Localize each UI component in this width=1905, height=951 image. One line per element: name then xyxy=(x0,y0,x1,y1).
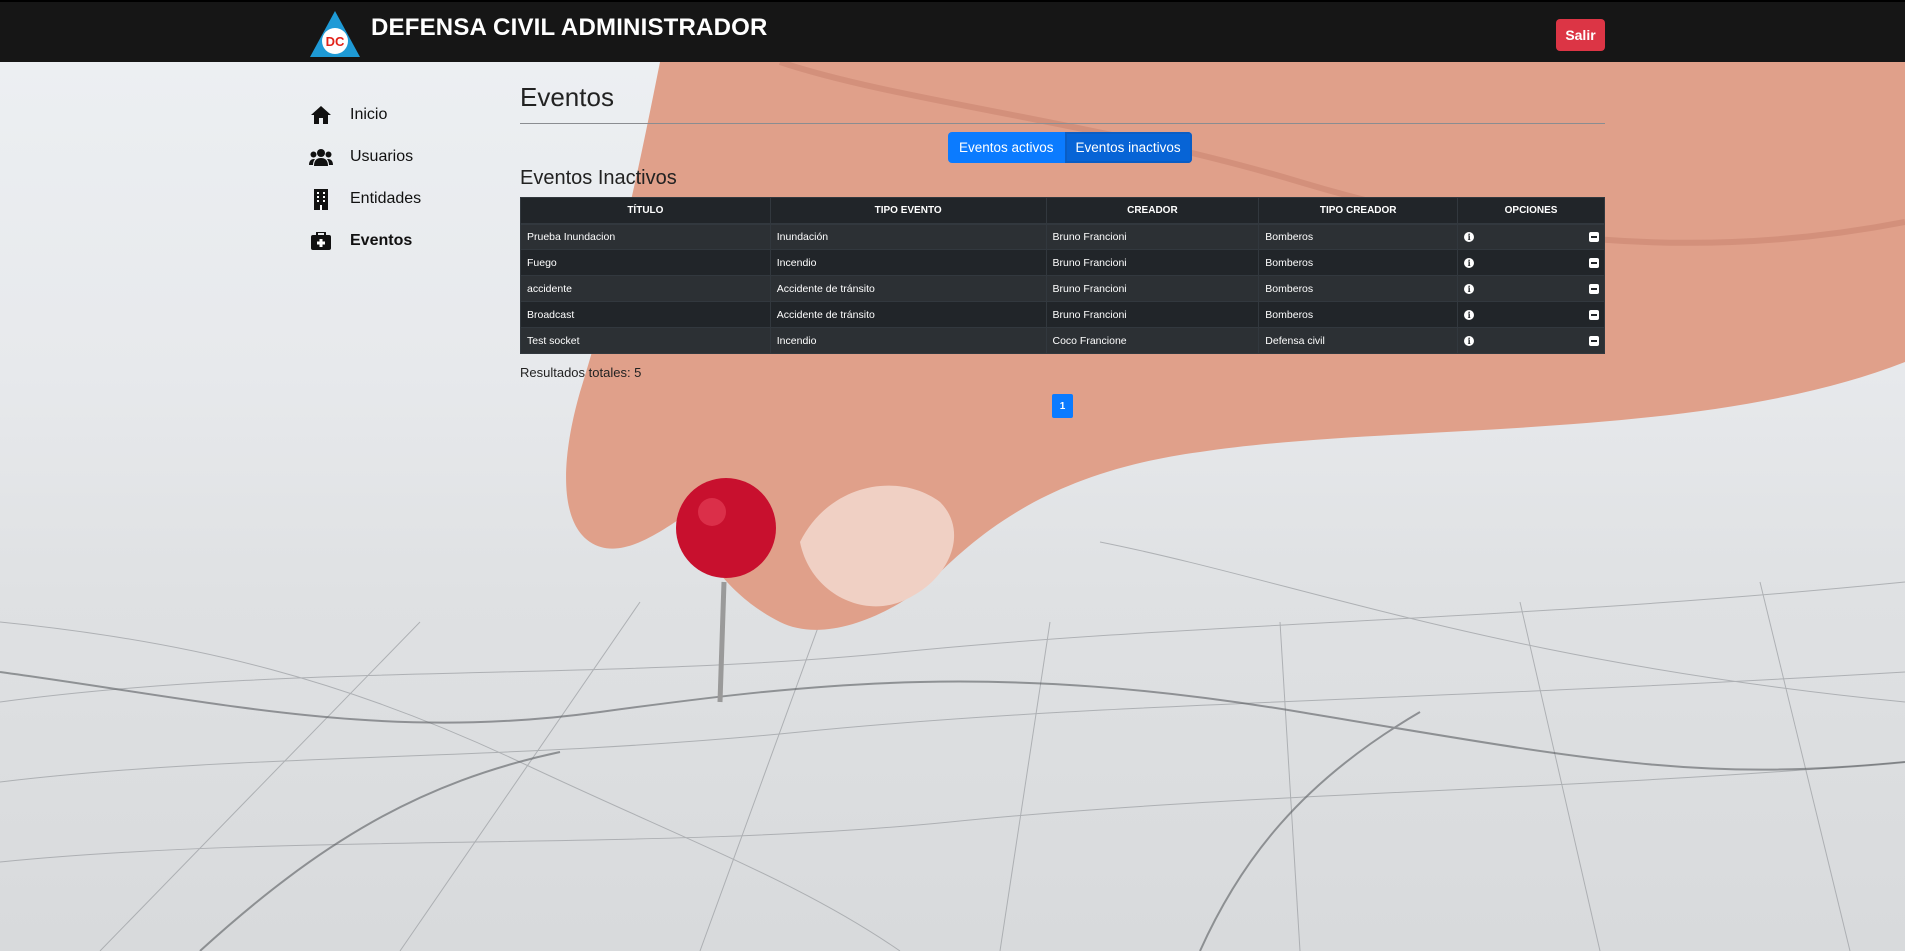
results-total: Resultados totales: 5 xyxy=(520,365,642,380)
cell-options: i xyxy=(1457,275,1605,302)
remove-icon[interactable] xyxy=(1589,231,1599,242)
remove-icon[interactable] xyxy=(1589,335,1599,346)
cell-creator: Bruno Francioni xyxy=(1045,223,1260,250)
cell-title: Broadcast xyxy=(520,301,771,328)
info-icon[interactable]: i xyxy=(1464,257,1475,268)
sidebar-item-inicio[interactable]: Inicio xyxy=(309,94,489,136)
page-title: Eventos xyxy=(520,82,614,112)
sidebar-item-label: Inicio xyxy=(350,106,388,123)
cell-title: accidente xyxy=(520,275,771,302)
cell-creator-type: Bomberos xyxy=(1258,301,1459,328)
sidebar-item-entidades[interactable]: Entidades xyxy=(309,178,489,220)
sidebar-item-label: Usuarios xyxy=(350,148,414,165)
events-table: TÍTULO TIPO EVENTO CREADOR TIPO CREADOR … xyxy=(520,197,1605,354)
column-header: CREADOR xyxy=(1045,197,1260,225)
cell-event-type: Accidente de tránsito xyxy=(769,275,1047,302)
first-aid-kit-icon xyxy=(309,229,333,253)
pagination-page-button[interactable]: 1 xyxy=(1052,394,1073,418)
divider xyxy=(520,123,1605,124)
brand[interactable]: DC DEFENSA CIVIL ADMINISTRADOR xyxy=(309,10,768,58)
app-title: DEFENSA CIVIL ADMINISTRADOR xyxy=(371,14,768,41)
cell-title: Prueba Inundacion xyxy=(520,223,771,250)
cell-title: Test socket xyxy=(520,327,771,354)
cell-event-type: Inundación xyxy=(769,223,1047,250)
table-row: Broadcast Accidente de tránsito Bruno Fr… xyxy=(520,301,1605,328)
sidebar-item-label: Eventos xyxy=(350,232,413,249)
map-and-hand-illustration xyxy=(0,62,1905,951)
cell-options: i xyxy=(1457,301,1605,328)
column-header: TÍTULO xyxy=(520,197,771,225)
logout-button[interactable]: Salir xyxy=(1556,19,1605,51)
cell-event-type: Incendio xyxy=(769,249,1047,276)
sidebar-item-label: Entidades xyxy=(350,190,422,207)
table-row: Fuego Incendio Bruno Francioni Bomberos … xyxy=(520,249,1605,276)
cell-creator: Bruno Francioni xyxy=(1045,249,1260,276)
remove-icon[interactable] xyxy=(1589,309,1599,320)
info-icon[interactable]: i xyxy=(1464,283,1475,294)
cell-creator: Bruno Francioni xyxy=(1045,301,1260,328)
cell-title: Fuego xyxy=(520,249,771,276)
cell-creator-type: Defensa civil xyxy=(1258,327,1459,354)
sidebar: Inicio Usuarios Entidades Eventos xyxy=(309,94,489,262)
cell-event-type: Accidente de tránsito xyxy=(769,301,1047,328)
home-icon xyxy=(309,103,333,127)
cell-creator-type: Bomberos xyxy=(1258,249,1459,276)
remove-icon[interactable] xyxy=(1589,283,1599,294)
info-icon[interactable]: i xyxy=(1464,335,1475,346)
svg-text:DC: DC xyxy=(326,34,345,49)
info-icon[interactable]: i xyxy=(1464,231,1475,242)
table-header-row: TÍTULO TIPO EVENTO CREADOR TIPO CREADOR … xyxy=(520,197,1605,225)
sidebar-item-usuarios[interactable]: Usuarios xyxy=(309,136,489,178)
column-header: TIPO CREADOR xyxy=(1258,197,1459,225)
cell-options: i xyxy=(1457,327,1605,354)
remove-icon[interactable] xyxy=(1589,257,1599,268)
defensa-civil-logo-icon: DC xyxy=(309,10,361,58)
inactive-events-button[interactable]: Eventos inactivos xyxy=(1064,132,1192,163)
cell-creator-type: Bomberos xyxy=(1258,275,1459,302)
event-status-toggle: Eventos activos Eventos inactivos xyxy=(948,132,1192,163)
table-row: accidente Accidente de tránsito Bruno Fr… xyxy=(520,275,1605,302)
cell-creator-type: Bomberos xyxy=(1258,223,1459,250)
cell-event-type: Incendio xyxy=(769,327,1047,354)
column-header: TIPO EVENTO xyxy=(769,197,1047,225)
cell-options: i xyxy=(1457,223,1605,250)
table-row: Prueba Inundacion Inundación Bruno Franc… xyxy=(520,223,1605,250)
cell-options: i xyxy=(1457,249,1605,276)
info-icon[interactable]: i xyxy=(1464,309,1475,320)
table-row: Test socket Incendio Coco Francione Defe… xyxy=(520,327,1605,354)
cell-creator: Bruno Francioni xyxy=(1045,275,1260,302)
building-icon xyxy=(309,187,333,211)
column-header: OPCIONES xyxy=(1457,197,1605,225)
background-photo xyxy=(0,62,1905,951)
active-events-button[interactable]: Eventos activos xyxy=(948,132,1065,163)
cell-creator: Coco Francione xyxy=(1045,327,1260,354)
users-icon xyxy=(309,145,333,169)
main-content: Eventos Eventos activos Eventos inactivo… xyxy=(520,80,1605,418)
section-title: Eventos Inactivos xyxy=(520,167,677,189)
top-navbar: DC DEFENSA CIVIL ADMINISTRADOR Salir xyxy=(0,0,1905,62)
sidebar-item-eventos[interactable]: Eventos xyxy=(309,220,489,262)
